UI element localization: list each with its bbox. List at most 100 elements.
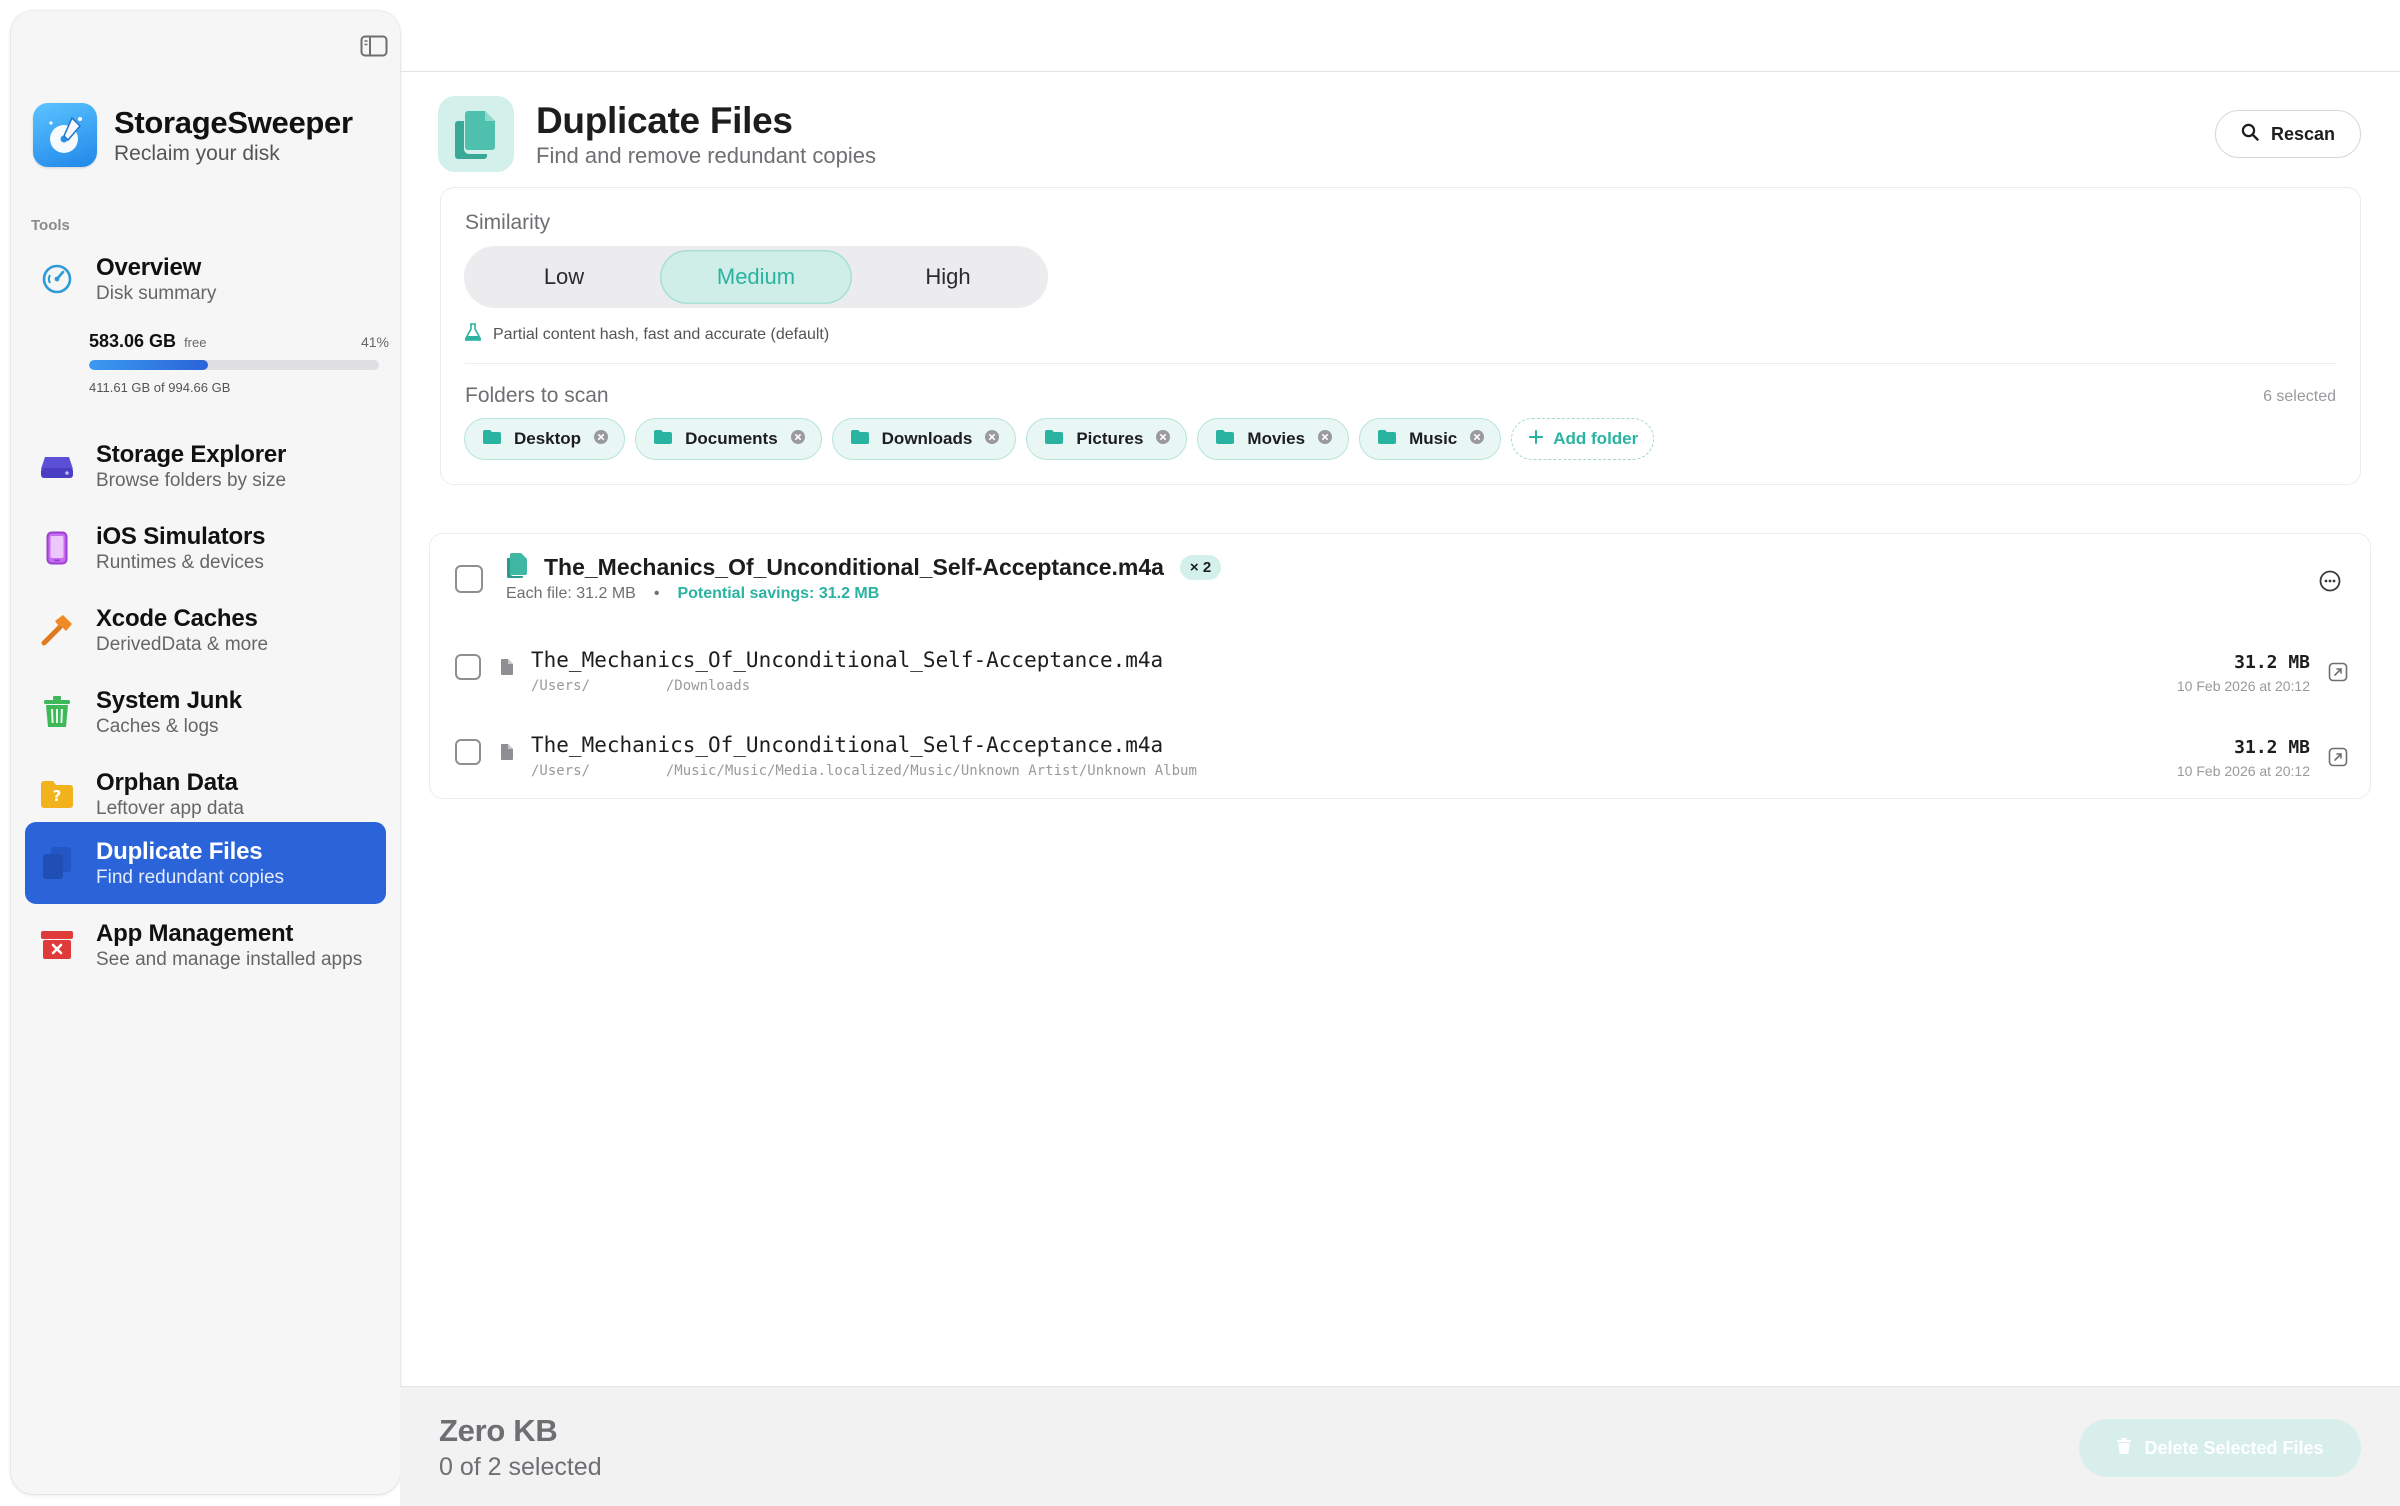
iphone-icon [39,530,75,566]
more-options-icon[interactable] [2318,569,2342,593]
disk-total: 411.61 GB of 994.66 GB [89,380,231,395]
duplicate-icon [39,845,75,881]
delete-selected-button[interactable]: Delete Selected Files [2079,1419,2361,1477]
sidebar-item-subtitle: Leftover app data [96,798,244,819]
scan-options-card: Similarity Low Medium High Partial conte… [440,187,2361,485]
similarity-option-high[interactable]: High [852,250,1044,304]
sidebar-item-storage-explorer[interactable]: Storage Explorer Browse folders by size [25,425,386,507]
sidebar-item-ios-simulators[interactable]: iOS Simulators Runtimes & devices [25,507,386,589]
group-title: The_Mechanics_Of_Unconditional_Self-Acce… [544,554,1164,580]
file-select-checkbox[interactable] [455,739,481,765]
folder-chip-desktop[interactable]: Desktop [464,418,626,460]
folder-chip-music[interactable]: Music [1359,418,1502,460]
remove-chip-icon[interactable] [790,429,806,450]
disk-free-value: 583.06 GB [89,331,177,351]
similarity-label: Similarity [465,211,551,234]
similarity-segmented-control: Low Medium High [464,246,1048,308]
remove-chip-icon[interactable] [1469,429,1485,450]
folder-icon [1044,429,1064,450]
remove-chip-icon[interactable] [593,429,609,450]
folder-chip-downloads[interactable]: Downloads [831,418,1017,460]
app-tagline: Reclaim your disk [114,141,280,165]
disk-usage-meter: 583.06 GB free 41% 411.61 GB of 994.66 GB [89,331,389,395]
sidebar-item-subtitle: See and manage installed apps [96,949,363,970]
options-divider [465,363,2336,364]
app-logo-icon [33,103,97,167]
window-toolbar [400,0,2400,72]
trash-icon [2116,1437,2132,1460]
folders-to-scan-label: Folders to scan [465,384,609,407]
remove-chip-icon[interactable] [984,429,1000,450]
sidebar-item-title: Duplicate Files [96,838,263,865]
sidebar-item-system-junk[interactable]: System Junk Caches & logs [25,671,386,753]
folder-chip-list: Desktop Documents Downloads Pictures Mov… [464,418,1655,460]
disk-usage-fill [89,360,208,370]
remove-chip-icon[interactable] [1155,429,1171,450]
file-icon [500,658,514,681]
file-select-checkbox[interactable] [455,654,481,680]
group-meta: Each file: 31.2 MB • Potential savings: … [506,585,879,603]
file-date: 10 Feb 2026 at 20:12 [2176,763,2310,779]
folder-chip-label: Documents [685,429,778,448]
file-name: The_Mechanics_Of_Unconditional_Self-Acce… [531,733,1164,757]
file-size: 31.2 MB [2234,652,2310,673]
similarity-hint-text: Partial content hash, fast and accurate … [493,325,830,343]
rescan-label: Rescan [2270,123,2336,144]
sidebar-section-label: Tools [31,217,70,234]
disk-free-label: free [184,335,207,350]
sidebar-item-title: iOS Simulators [96,523,266,550]
folder-chip-pictures[interactable]: Pictures [1026,418,1188,460]
similarity-option-low[interactable]: Low [468,250,660,304]
remove-chip-icon[interactable] [1317,429,1333,450]
app-name: StorageSweeper [114,104,353,140]
folder-chip-movies[interactable]: Movies [1197,418,1350,460]
duplicate-files-icon [438,96,514,172]
sidebar-item-title: Storage Explorer [96,441,287,468]
rescan-button[interactable]: Rescan [2215,110,2361,158]
selection-footer: Zero KB 0 of 2 selected Delete Selected … [400,1386,2400,1506]
sidebar-item-subtitle: Disk summary [96,283,217,304]
duplicate-count-badge: × 2 [1179,555,1222,580]
add-folder-label: Add folder [1553,429,1639,448]
sidebar-toggle-icon[interactable] [353,24,395,68]
sidebar-item-app-management[interactable]: App Management See and manage installed … [25,904,386,986]
sidebar-item-xcode-caches[interactable]: Xcode Caches DerivedData & more [25,589,386,671]
folder-chip-documents[interactable]: Documents [635,418,822,460]
disk-usage-bar [89,360,379,370]
flask-icon [464,323,482,346]
sidebar-item-subtitle: Find redundant copies [96,867,285,888]
reveal-in-finder-icon[interactable] [2328,662,2348,687]
similarity-option-medium[interactable]: Medium [660,250,852,304]
sidebar-item-overview[interactable]: Overview Disk summary [25,238,386,320]
add-folder-button[interactable]: Add folder [1511,418,1655,460]
sidebar-item-title: App Management [96,920,294,947]
sidebar-item-title: Xcode Caches [96,605,258,632]
file-path: /Users/ /Downloads [531,678,751,694]
folder-chip-label: Movies [1247,429,1306,448]
archive-box-icon [39,927,75,963]
delete-selected-label: Delete Selected Files [2144,1437,2324,1458]
page-subtitle: Find and remove redundant copies [536,143,876,168]
group-select-checkbox[interactable] [455,565,483,593]
file-row: The_Mechanics_Of_Unconditional_Self-Acce… [430,638,2370,708]
each-file-size: Each file: 31.2 MB [506,585,636,602]
drive-icon [39,448,75,484]
sidebar-item-duplicate-files[interactable]: Duplicate Files Find redundant copies [25,822,386,904]
disk-percent: 41% [360,334,389,350]
file-path: /Users/ /Music/Music/Media.localized/Mus… [531,763,1197,779]
duplicate-group: The_Mechanics_Of_Unconditional_Self-Acce… [429,533,2371,799]
sidebar-item-subtitle: Runtimes & devices [96,552,264,573]
group-header: The_Mechanics_Of_Unconditional_Self-Acce… [506,552,1222,583]
folder-icon [1215,429,1235,450]
folder-chip-label: Music [1409,429,1458,448]
question-folder-icon: ? [39,776,75,812]
app-brand: StorageSweeper Reclaim your disk [33,103,353,167]
search-icon [2241,123,2259,146]
reveal-in-finder-icon[interactable] [2328,747,2348,772]
sidebar: StorageSweeper Reclaim your disk Tools O… [11,11,400,1494]
folder-icon [1377,429,1397,450]
file-name: The_Mechanics_Of_Unconditional_Self-Acce… [531,648,1164,672]
svg-text:?: ? [53,787,62,805]
folder-chip-label: Pictures [1076,429,1144,448]
sidebar-item-subtitle: Caches & logs [96,716,219,737]
